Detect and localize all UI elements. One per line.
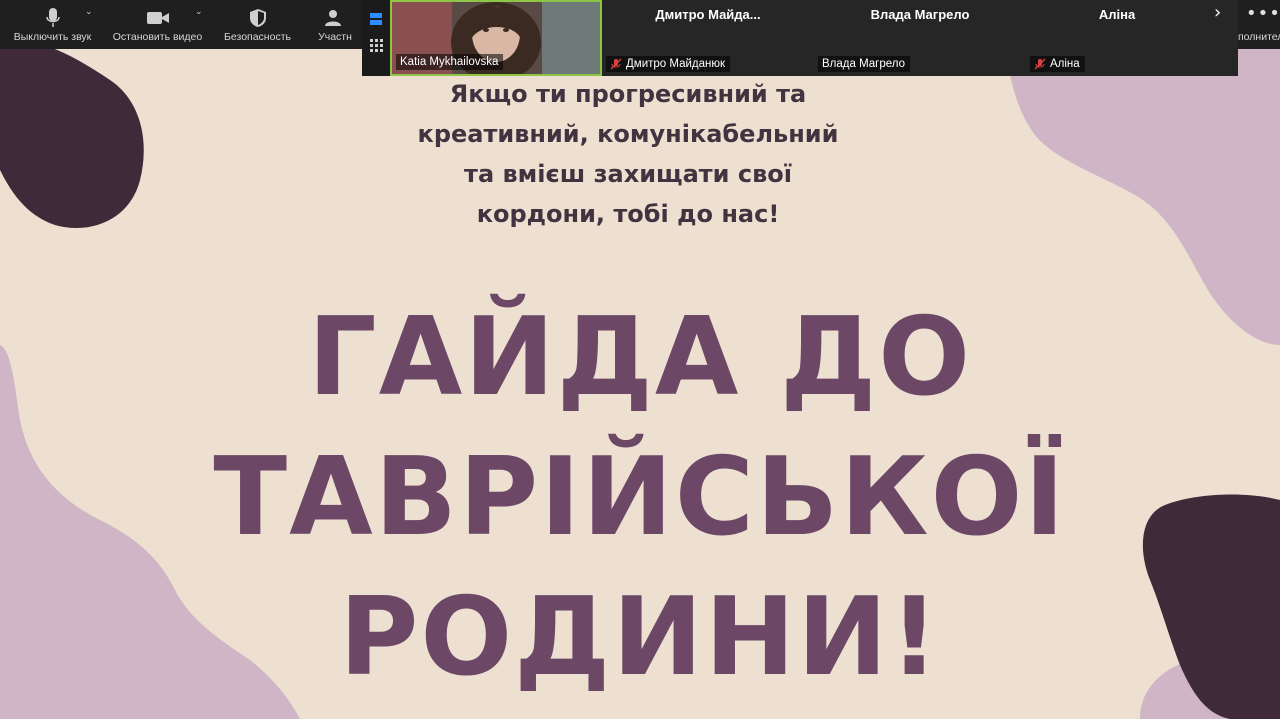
next-page-arrow-icon[interactable]: › — [1214, 2, 1221, 23]
view-controls — [362, 0, 390, 76]
blob-top-left — [0, 39, 144, 229]
participant-header-name: Аліна — [1098, 7, 1136, 22]
participants-icon — [324, 7, 346, 29]
more-options-label: полнител — [1238, 31, 1280, 43]
subtitle-line: кордони, тобі до нас! — [476, 200, 780, 228]
speaker-view-icon[interactable] — [370, 12, 382, 26]
mute-button[interactable]: ⌄ Выключить звук — [0, 0, 105, 49]
participant-header-name: Влада Магрело — [870, 7, 970, 22]
grid-view-icon[interactable] — [370, 39, 383, 52]
video-tile-participant[interactable]: Аліна Аліна — [1026, 0, 1238, 76]
subtitle-line: креативний, комунікабельний — [417, 120, 839, 148]
microphone-icon — [45, 7, 60, 29]
meeting-toolbar: ⌄ Выключить звук ⌄ Остановить видео Безо… — [0, 0, 365, 49]
participant-name-text: Аліна — [1050, 58, 1080, 70]
mute-label: Выключить звук — [13, 31, 92, 43]
slide-title: ГАЙДА ДО ТАВРІЙСЬКОЇ РОДИНИ! — [190, 288, 1090, 708]
more-options-icon[interactable]: ••• — [1246, 3, 1280, 24]
title-line: РОДИНИ! — [339, 575, 941, 700]
subtitle-line: Якщо ти прогресивний та — [449, 80, 807, 108]
subtitle-line: та вмієш захищати свої — [464, 160, 792, 188]
slide-subtitle: Якщо ти прогресивний та креативний, кому… — [378, 74, 878, 234]
security-button[interactable]: Безопасность — [210, 0, 305, 49]
presentation-slide: Якщо ти прогресивний та креативний, кому… — [0, 0, 1280, 719]
video-camera-icon — [146, 7, 170, 29]
video-tile-participant[interactable]: Дмитро Майда... Дмитро Майданюк — [602, 0, 815, 76]
title-line: ГАЙДА ДО — [307, 295, 973, 420]
more-options-area[interactable]: ••• полнител — [1238, 0, 1280, 49]
participant-name-label: Дмитро Майданюк — [606, 56, 731, 72]
stop-video-button[interactable]: ⌄ Остановить видео — [105, 0, 210, 49]
title-line: ТАВРІЙСЬКОЇ — [213, 435, 1067, 560]
video-gallery-strip: Katia Mykhailovska Дмитро Майда... Дмитр… — [362, 0, 1238, 82]
participant-name-text: Дмитро Майданюк — [626, 58, 726, 70]
participants-label: Участн — [318, 31, 352, 43]
chevron-down-icon[interactable]: ⌄ — [195, 7, 203, 17]
video-tile-active-speaker[interactable]: Katia Mykhailovska — [390, 0, 602, 82]
participant-header-name: Дмитро Майда... — [655, 7, 761, 22]
stop-video-label: Остановить видео — [112, 31, 203, 43]
participant-name-label: Влада Магрело — [818, 56, 911, 72]
participant-name-label: Katia Mykhailovska — [396, 54, 504, 70]
chevron-down-icon[interactable]: ⌄ — [85, 7, 93, 17]
security-label: Безопасность — [224, 31, 291, 43]
participants-button[interactable]: Участн — [305, 0, 365, 49]
muted-microphone-icon — [610, 58, 622, 70]
muted-microphone-icon — [1034, 58, 1046, 70]
shield-icon — [249, 7, 267, 29]
participant-name-label: Аліна — [1030, 56, 1085, 72]
